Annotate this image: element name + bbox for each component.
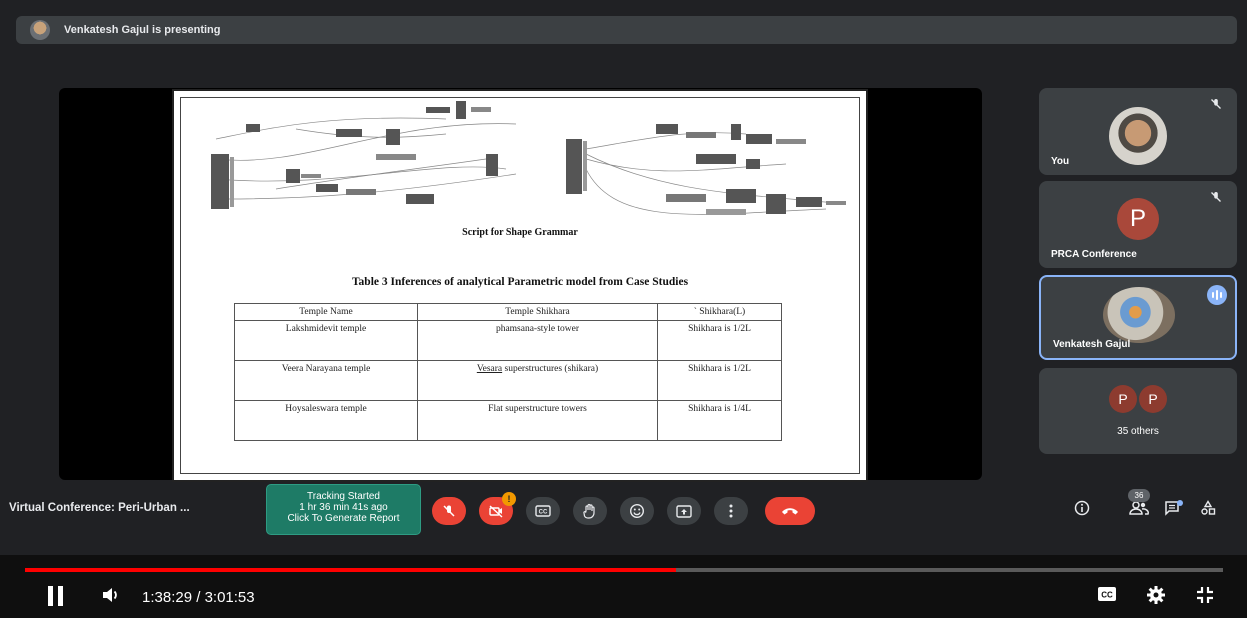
meeting-title[interactable]: Virtual Conference: Peri-Urban ...: [9, 502, 190, 514]
avatar: P: [1139, 385, 1167, 413]
duration: 3:01:53: [204, 589, 255, 606]
progress-bar[interactable]: [25, 568, 1223, 572]
raise-hand-icon: [583, 503, 595, 519]
participant-tile-venkatesh[interactable]: Venkatesh Gajul: [1039, 275, 1237, 360]
avatar: P: [1117, 198, 1159, 240]
table-cell: Hoysaleswara temple: [234, 400, 418, 441]
progress-bar-played: [25, 568, 676, 572]
svg-text:CC: CC: [1101, 591, 1113, 600]
participant-tile-you[interactable]: You: [1039, 88, 1237, 175]
notification-dot: [1177, 500, 1183, 506]
emoji-icon: [629, 503, 645, 519]
table-header: Temple Shikhara: [417, 303, 658, 321]
presentation-slide: Script for Shape Grammar Table 3 Inferen…: [172, 89, 868, 482]
avatar: P: [1109, 385, 1137, 413]
tracking-action: Click To Generate Report: [287, 513, 400, 524]
chat-button[interactable]: [1160, 500, 1184, 524]
avatar: [1109, 107, 1167, 165]
exit-fullscreen-button[interactable]: [1195, 585, 1215, 609]
tracking-elapsed: 1 hr 36 min 41s ago: [299, 502, 388, 513]
subtitles-icon: CC: [1098, 587, 1116, 601]
current-time: 1:38:29: [142, 589, 193, 606]
info-icon: [1074, 500, 1090, 516]
table-title: Table 3 Inferences of analytical Paramet…: [351, 276, 689, 288]
table-cell: Vesara superstructures (shikara): [417, 360, 658, 401]
pause-button[interactable]: [46, 585, 66, 609]
exit-fullscreen-icon: [1197, 587, 1213, 603]
table-row: Veera Narayana temple Vesara superstruct…: [234, 360, 782, 401]
end-call-button[interactable]: [765, 497, 815, 525]
tracking-report-button[interactable]: Tracking Started 1 hr 36 min 41s ago Cli…: [266, 484, 421, 535]
participant-name: You: [1051, 156, 1070, 167]
table-header: ` Shikhara(L): [657, 303, 782, 321]
video-player-controls: [0, 555, 1247, 618]
pause-icon: [48, 586, 63, 606]
settings-button[interactable]: [1146, 585, 1166, 609]
meeting-info-button[interactable]: [1070, 500, 1094, 524]
time-display: 1:38:29 / 3:01:53: [142, 589, 255, 606]
mic-off-icon: [443, 505, 455, 517]
settings-icon: [1147, 586, 1165, 604]
present-icon: [676, 504, 692, 518]
table-header: Temple Name: [234, 303, 418, 321]
table-cell: Shikhara is 1/2L: [657, 360, 782, 401]
more-options-button[interactable]: [714, 497, 748, 525]
raise-hand-button[interactable]: [573, 497, 607, 525]
more-vert-icon: [729, 504, 733, 518]
table-header-row: Temple Name Temple Shikhara ` Shikhara(L…: [234, 303, 782, 321]
participant-tile-prca[interactable]: P PRCA Conference: [1039, 181, 1237, 268]
svg-text:CC: CC: [539, 510, 548, 516]
volume-icon: [103, 588, 117, 602]
people-icon: [1129, 501, 1149, 515]
warning-badge: !: [502, 492, 516, 506]
time-separator: /: [192, 589, 205, 606]
slide-caption: Script for Shape Grammar: [462, 227, 578, 238]
avatar: [1103, 287, 1175, 343]
mic-toggle-button[interactable]: [432, 497, 466, 525]
end-call-icon: [782, 508, 798, 515]
mic-off-icon: [1209, 191, 1223, 205]
table-cell: phamsana-style tower: [417, 320, 658, 361]
activities-icon: [1201, 500, 1216, 515]
captions-icon: CC: [535, 505, 551, 517]
present-button[interactable]: [667, 497, 701, 525]
table-cell: Lakshmidevit temple: [234, 320, 418, 361]
subtitles-button[interactable]: CC: [1097, 585, 1117, 609]
table-cell: Shikhara is 1/4L: [657, 400, 782, 441]
activities-button[interactable]: [1196, 500, 1220, 524]
table-row: Lakshmidevit temple phamsana-style tower…: [234, 320, 782, 361]
presenter-avatar: [30, 20, 50, 40]
presenter-text: Venkatesh Gajul is presenting: [64, 24, 221, 36]
table-cell: Veera Narayana temple: [234, 360, 418, 401]
participant-name: PRCA Conference: [1051, 249, 1137, 260]
captions-button[interactable]: CC: [526, 497, 560, 525]
others-count-label: 35 others: [1117, 426, 1159, 437]
participant-name: Venkatesh Gajul: [1053, 339, 1131, 350]
table-row: Hoysaleswara temple Flat superstructure …: [234, 400, 782, 441]
tracking-status: Tracking Started: [307, 491, 380, 502]
table-cell: Shikhara is 1/2L: [657, 320, 782, 361]
grasshopper-script-diagram: [211, 101, 847, 215]
inferences-table: Temple Name Temple Shikhara ` Shikhara(L…: [234, 303, 782, 441]
people-count-badge: 36: [1128, 489, 1150, 502]
people-button[interactable]: 36: [1127, 489, 1151, 524]
emoji-button[interactable]: [620, 497, 654, 525]
camera-toggle-button[interactable]: !: [479, 492, 516, 525]
speaking-indicator-icon: [1207, 285, 1227, 305]
participant-tile-others[interactable]: P P 35 others: [1039, 368, 1237, 454]
volume-button[interactable]: [100, 585, 120, 609]
camera-off-icon: [489, 505, 503, 518]
presenter-bar: Venkatesh Gajul is presenting: [16, 16, 1237, 44]
table-cell: Flat superstructure towers: [417, 400, 658, 441]
mic-off-icon: [1209, 98, 1223, 112]
